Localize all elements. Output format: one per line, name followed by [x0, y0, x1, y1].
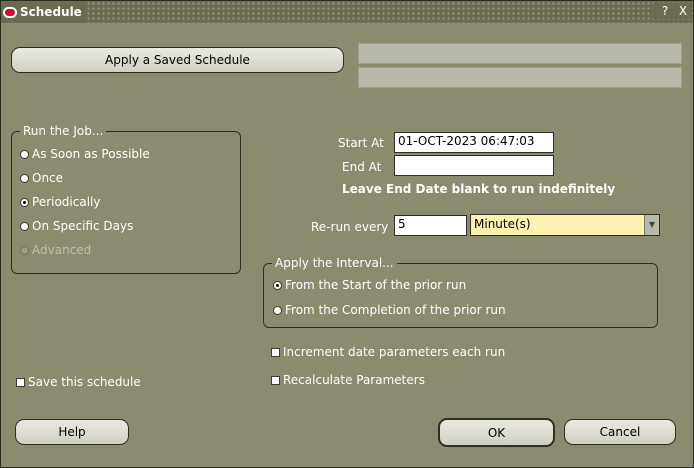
help-icon[interactable]: ? [657, 3, 673, 19]
help-button[interactable]: Help [15, 419, 129, 445]
radio-from-start[interactable]: From the Start of the prior run [273, 278, 466, 292]
radio-advanced: Advanced [20, 243, 91, 257]
radio-selected-icon [20, 197, 29, 207]
increment-date-checkbox[interactable]: Increment date parameters each run [271, 345, 505, 359]
radio-disabled-icon [20, 245, 29, 255]
start-at-label: Start At [338, 136, 384, 150]
end-at-input[interactable] [394, 155, 554, 176]
end-at-label: End At [342, 160, 382, 174]
rerun-label: Re-run every [311, 220, 389, 234]
radio-icon [273, 305, 282, 315]
rerun-unit-select[interactable]: Minute(s) ▼ [470, 214, 660, 236]
ok-button[interactable]: OK [438, 418, 555, 447]
cancel-button[interactable]: Cancel [564, 419, 676, 445]
close-icon[interactable]: X [675, 3, 691, 19]
window-title: Schedule [20, 5, 82, 19]
radio-icon [20, 221, 29, 231]
radio-icon [20, 149, 29, 159]
apply-interval-group: Apply the Interval... [263, 256, 658, 328]
start-at-input[interactable]: 01-OCT-2023 06:47:03 [394, 132, 554, 153]
schedule-window: Schedule ? X Apply a Saved Schedule Run … [0, 0, 694, 468]
recalculate-parameters-checkbox[interactable]: Recalculate Parameters [271, 373, 425, 387]
title-bar[interactable]: Schedule ? X [1, 1, 693, 23]
chevron-down-icon: ▼ [644, 215, 659, 235]
rerun-unit-value: Minute(s) [474, 217, 531, 231]
apply-saved-schedule-button[interactable]: Apply a Saved Schedule [11, 47, 344, 73]
radio-periodically[interactable]: Periodically [20, 195, 100, 209]
checkbox-icon [271, 347, 280, 357]
saved-schedule-field-1 [358, 43, 682, 64]
radio-on-specific-days[interactable]: On Specific Days [20, 219, 133, 233]
radio-as-soon-as-possible[interactable]: As Soon as Possible [20, 147, 150, 161]
apply-interval-title: Apply the Interval... [272, 256, 397, 270]
rerun-value-input[interactable]: 5 [394, 215, 467, 236]
radio-selected-icon [273, 280, 282, 290]
checkbox-icon [16, 377, 25, 387]
save-schedule-checkbox[interactable]: Save this schedule [16, 375, 141, 389]
checkbox-icon [271, 375, 280, 385]
saved-schedule-field-2 [358, 67, 682, 88]
oracle-logo-icon [3, 6, 17, 18]
radio-once[interactable]: Once [20, 171, 63, 185]
end-date-hint: Leave End Date blank to run indefinitely [342, 182, 616, 196]
radio-icon [20, 173, 29, 183]
radio-from-completion[interactable]: From the Completion of the prior run [273, 303, 506, 317]
run-the-job-title: Run the Job... [20, 124, 107, 138]
